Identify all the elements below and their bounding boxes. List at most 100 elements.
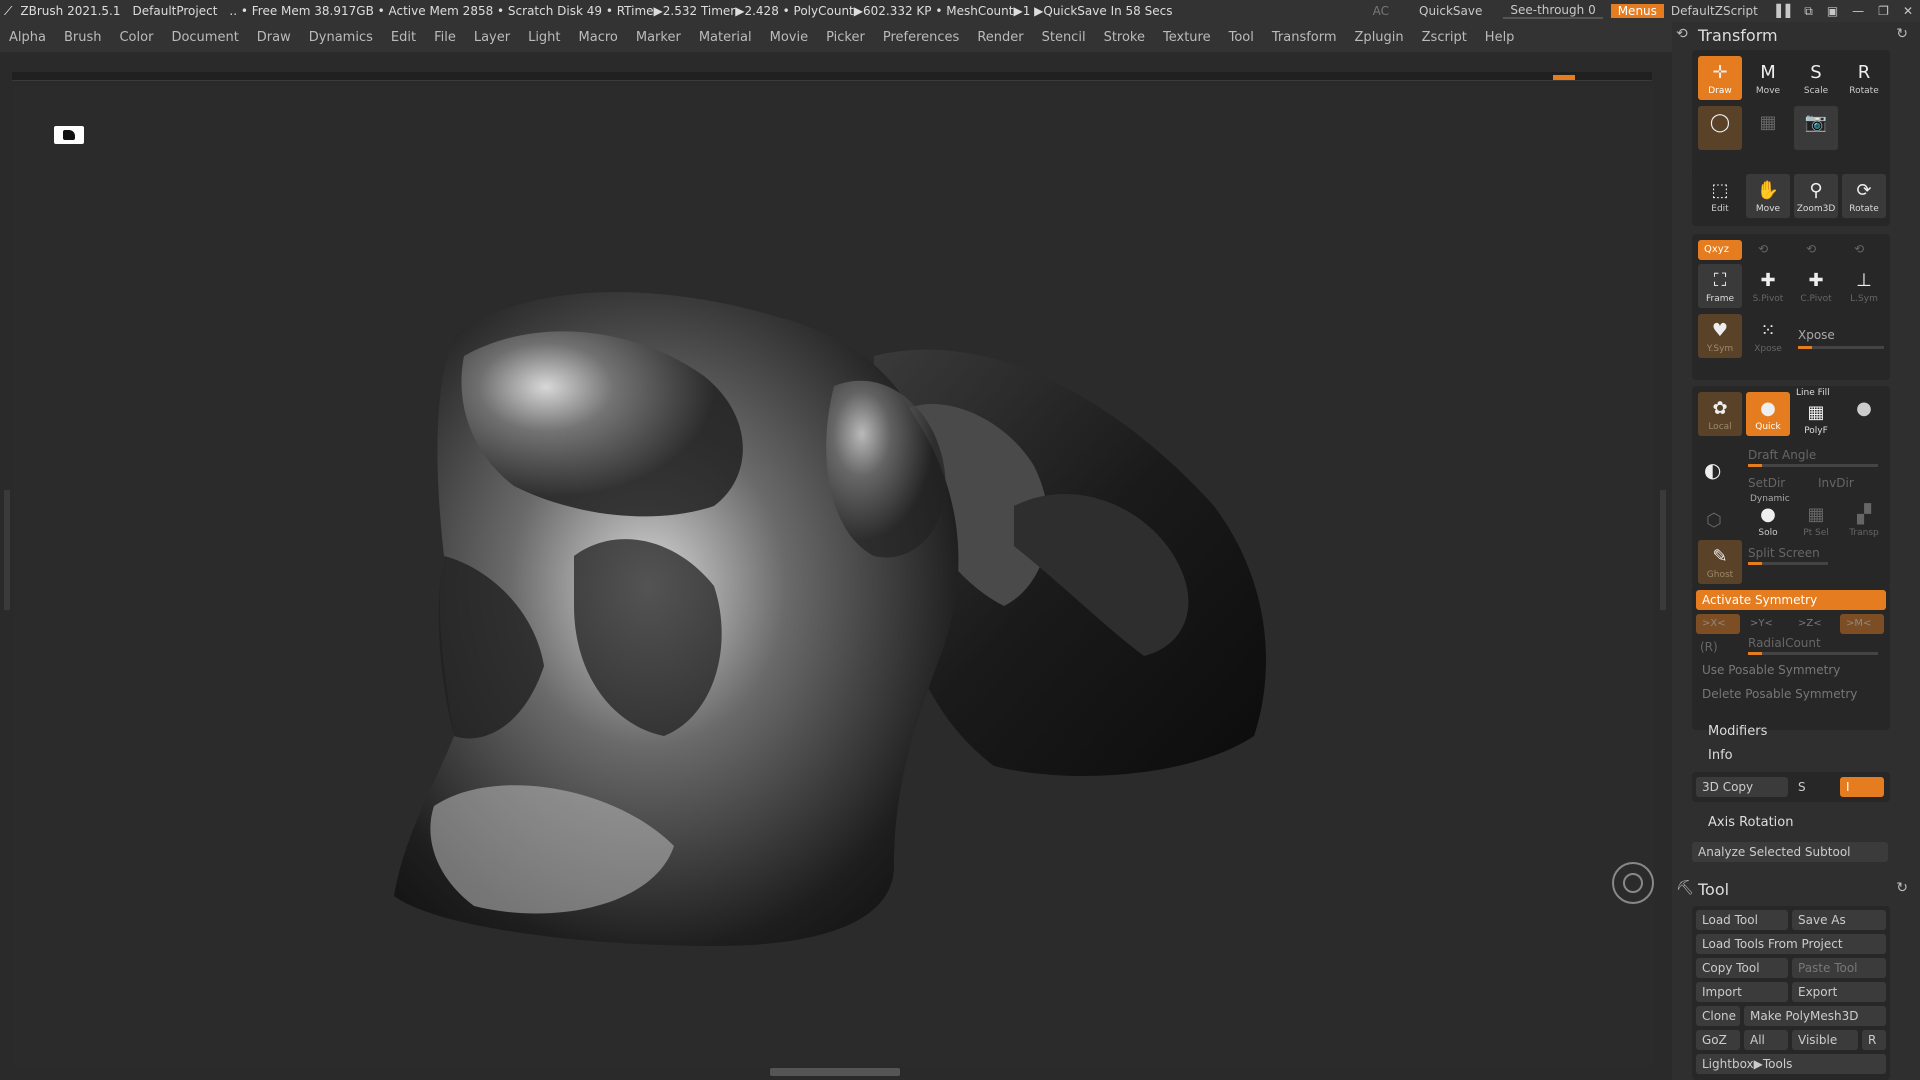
sculpt-mesh[interactable] [14, 86, 1654, 1066]
dock-icon[interactable]: ▣ [1820, 4, 1845, 18]
move-view-button[interactable]: ✋ Move [1746, 174, 1790, 218]
radial-count-knob[interactable] [1748, 652, 1762, 655]
xpose-slider-knob[interactable] [1798, 346, 1812, 349]
use-posable-symmetry-button[interactable]: Use Posable Symmetry [1696, 660, 1886, 680]
radial-count-slider[interactable] [1748, 652, 1878, 655]
quicksave-button[interactable]: QuickSave [1412, 4, 1489, 18]
menu-alpha[interactable]: Alpha [0, 30, 55, 45]
solo-button[interactable]: ● Solo [1746, 498, 1790, 542]
draw-button[interactable]: ✛ Draw [1698, 56, 1742, 100]
axis-lock-y-icon[interactable]: ⟲ [1806, 242, 1816, 256]
setdir-button[interactable]: SetDir [1748, 476, 1785, 490]
menu-tool[interactable]: Tool [1220, 30, 1263, 45]
close-icon[interactable]: ✕ [1896, 4, 1920, 18]
ysym-button[interactable]: ♥ Y.Sym [1698, 314, 1742, 358]
clone-button[interactable]: Clone [1696, 1006, 1740, 1026]
tool-refresh-icon[interactable]: ↻ [1896, 880, 1908, 896]
menu-help[interactable]: Help [1476, 30, 1524, 45]
edit-button[interactable]: ⬚ Edit [1698, 174, 1742, 218]
menu-light[interactable]: Light [519, 30, 569, 45]
axis-rotation-section[interactable]: Axis Rotation [1708, 815, 1793, 830]
menu-stroke[interactable]: Stroke [1095, 30, 1154, 45]
camera-view-icon[interactable] [54, 126, 84, 144]
menu-draw[interactable]: Draw [248, 30, 300, 45]
goz-visible-button[interactable]: Visible [1792, 1030, 1858, 1050]
contrast-icon[interactable]: ◐ [1704, 458, 1721, 482]
menu-picker[interactable]: Picker [817, 30, 874, 45]
snapshot-button[interactable]: 📷 [1794, 106, 1838, 150]
transform-palette-icon[interactable]: ⟲ [1676, 26, 1688, 42]
menu-material[interactable]: Material [690, 30, 761, 45]
canvas-viewport[interactable] [14, 86, 1654, 1066]
edit-mesh-button[interactable]: ▦ [1746, 106, 1790, 150]
timeline-marker[interactable] [1553, 75, 1575, 80]
analyze-subtool-button[interactable]: Analyze Selected Subtool [1692, 842, 1888, 862]
transform-title[interactable]: Transform [1698, 26, 1778, 45]
layout-icon[interactable]: ▐▐ [1765, 4, 1797, 18]
split-screen-slider[interactable] [1748, 562, 1828, 565]
axis-lock-z-icon[interactable]: ⟲ [1854, 242, 1864, 256]
maximize-icon[interactable]: ❐ [1871, 4, 1896, 18]
draft-angle-slider[interactable] [1748, 464, 1878, 467]
menu-edit[interactable]: Edit [382, 30, 425, 45]
cube-icon[interactable]: ⬡ [1706, 510, 1722, 531]
menu-macro[interactable]: Macro [570, 30, 627, 45]
load-tool-button[interactable]: Load Tool [1696, 910, 1788, 930]
xpose-button[interactable]: ⁙ Xpose [1746, 314, 1790, 358]
menu-brush[interactable]: Brush [55, 30, 111, 45]
menu-color[interactable]: Color [110, 30, 162, 45]
xyz-button[interactable]: Qxyz [1698, 240, 1742, 260]
quick-button[interactable]: ● Quick [1746, 392, 1790, 436]
see-through-slider[interactable]: See-through 0 [1503, 3, 1603, 19]
navigation-gizmo-icon[interactable] [1612, 862, 1654, 904]
copy3d-button[interactable]: 3D Copy [1696, 777, 1788, 797]
gizmo-button[interactable]: ◯ [1698, 106, 1742, 150]
ghost-button[interactable]: ✎ Ghost [1698, 540, 1742, 584]
copy3d-s-button[interactable]: S [1792, 777, 1836, 797]
goz-button[interactable]: GoZ [1696, 1030, 1740, 1050]
menu-file[interactable]: File [425, 30, 465, 45]
lightbox-tools-button[interactable]: Lightbox▶Tools [1696, 1054, 1886, 1074]
load-tools-from-project-button[interactable]: Load Tools From Project [1696, 934, 1886, 954]
goz-r-button[interactable]: R [1862, 1030, 1886, 1050]
menu-dynamics[interactable]: Dynamics [300, 30, 382, 45]
axis-lock-x-icon[interactable]: ⟲ [1758, 242, 1768, 256]
radial-r-button[interactable]: (R) [1700, 640, 1718, 654]
menu-transform[interactable]: Transform [1263, 30, 1346, 45]
goz-all-button[interactable]: All [1744, 1030, 1788, 1050]
make-polymesh3d-button[interactable]: Make PolyMesh3D [1744, 1006, 1886, 1026]
invdir-button[interactable]: InvDir [1818, 476, 1854, 490]
polyf-button[interactable]: ▦ PolyF [1794, 396, 1838, 440]
axis-x-button[interactable]: >X< [1696, 614, 1740, 634]
menu-document[interactable]: Document [162, 30, 247, 45]
material-sphere-button[interactable]: ● [1842, 392, 1886, 436]
cpivot-button[interactable]: ✚ C.Pivot [1794, 264, 1838, 308]
menu-marker[interactable]: Marker [627, 30, 690, 45]
activate-symmetry-button[interactable]: Activate Symmetry [1696, 590, 1886, 610]
project-name[interactable]: DefaultProject [127, 4, 224, 18]
transp-button[interactable]: ▞ Transp [1842, 498, 1886, 542]
refresh-icon[interactable]: ↻ [1896, 26, 1908, 42]
menu-preferences[interactable]: Preferences [874, 30, 968, 45]
axis-y-button[interactable]: >Y< [1744, 614, 1788, 634]
menus-toggle[interactable]: Menus [1610, 4, 1664, 18]
info-section[interactable]: Info [1708, 748, 1733, 763]
import-button[interactable]: Import [1696, 982, 1788, 1002]
menu-render[interactable]: Render [968, 30, 1032, 45]
menu-zscript[interactable]: Zscript [1413, 30, 1476, 45]
window-icon[interactable]: ⧉ [1797, 4, 1820, 19]
copy3d-i-button[interactable]: I [1840, 777, 1884, 797]
ptsel-button[interactable]: ▦ Pt Sel [1794, 498, 1838, 542]
local-button[interactable]: ✿ Local [1698, 392, 1742, 436]
timeline-bar[interactable] [12, 72, 1652, 81]
move-button[interactable]: M Move [1746, 56, 1790, 100]
bottom-tray-handle[interactable] [770, 1068, 900, 1076]
frame-button[interactable]: ⛶ Frame [1698, 264, 1742, 308]
menu-movie[interactable]: Movie [761, 30, 817, 45]
split-screen-knob[interactable] [1748, 562, 1762, 565]
xpose-slider[interactable] [1798, 346, 1884, 349]
draft-angle-knob[interactable] [1748, 464, 1762, 467]
axis-m-button[interactable]: >M< [1840, 614, 1884, 634]
rotate-button[interactable]: R Rotate [1842, 56, 1886, 100]
delete-posable-symmetry-button[interactable]: Delete Posable Symmetry [1696, 684, 1886, 704]
